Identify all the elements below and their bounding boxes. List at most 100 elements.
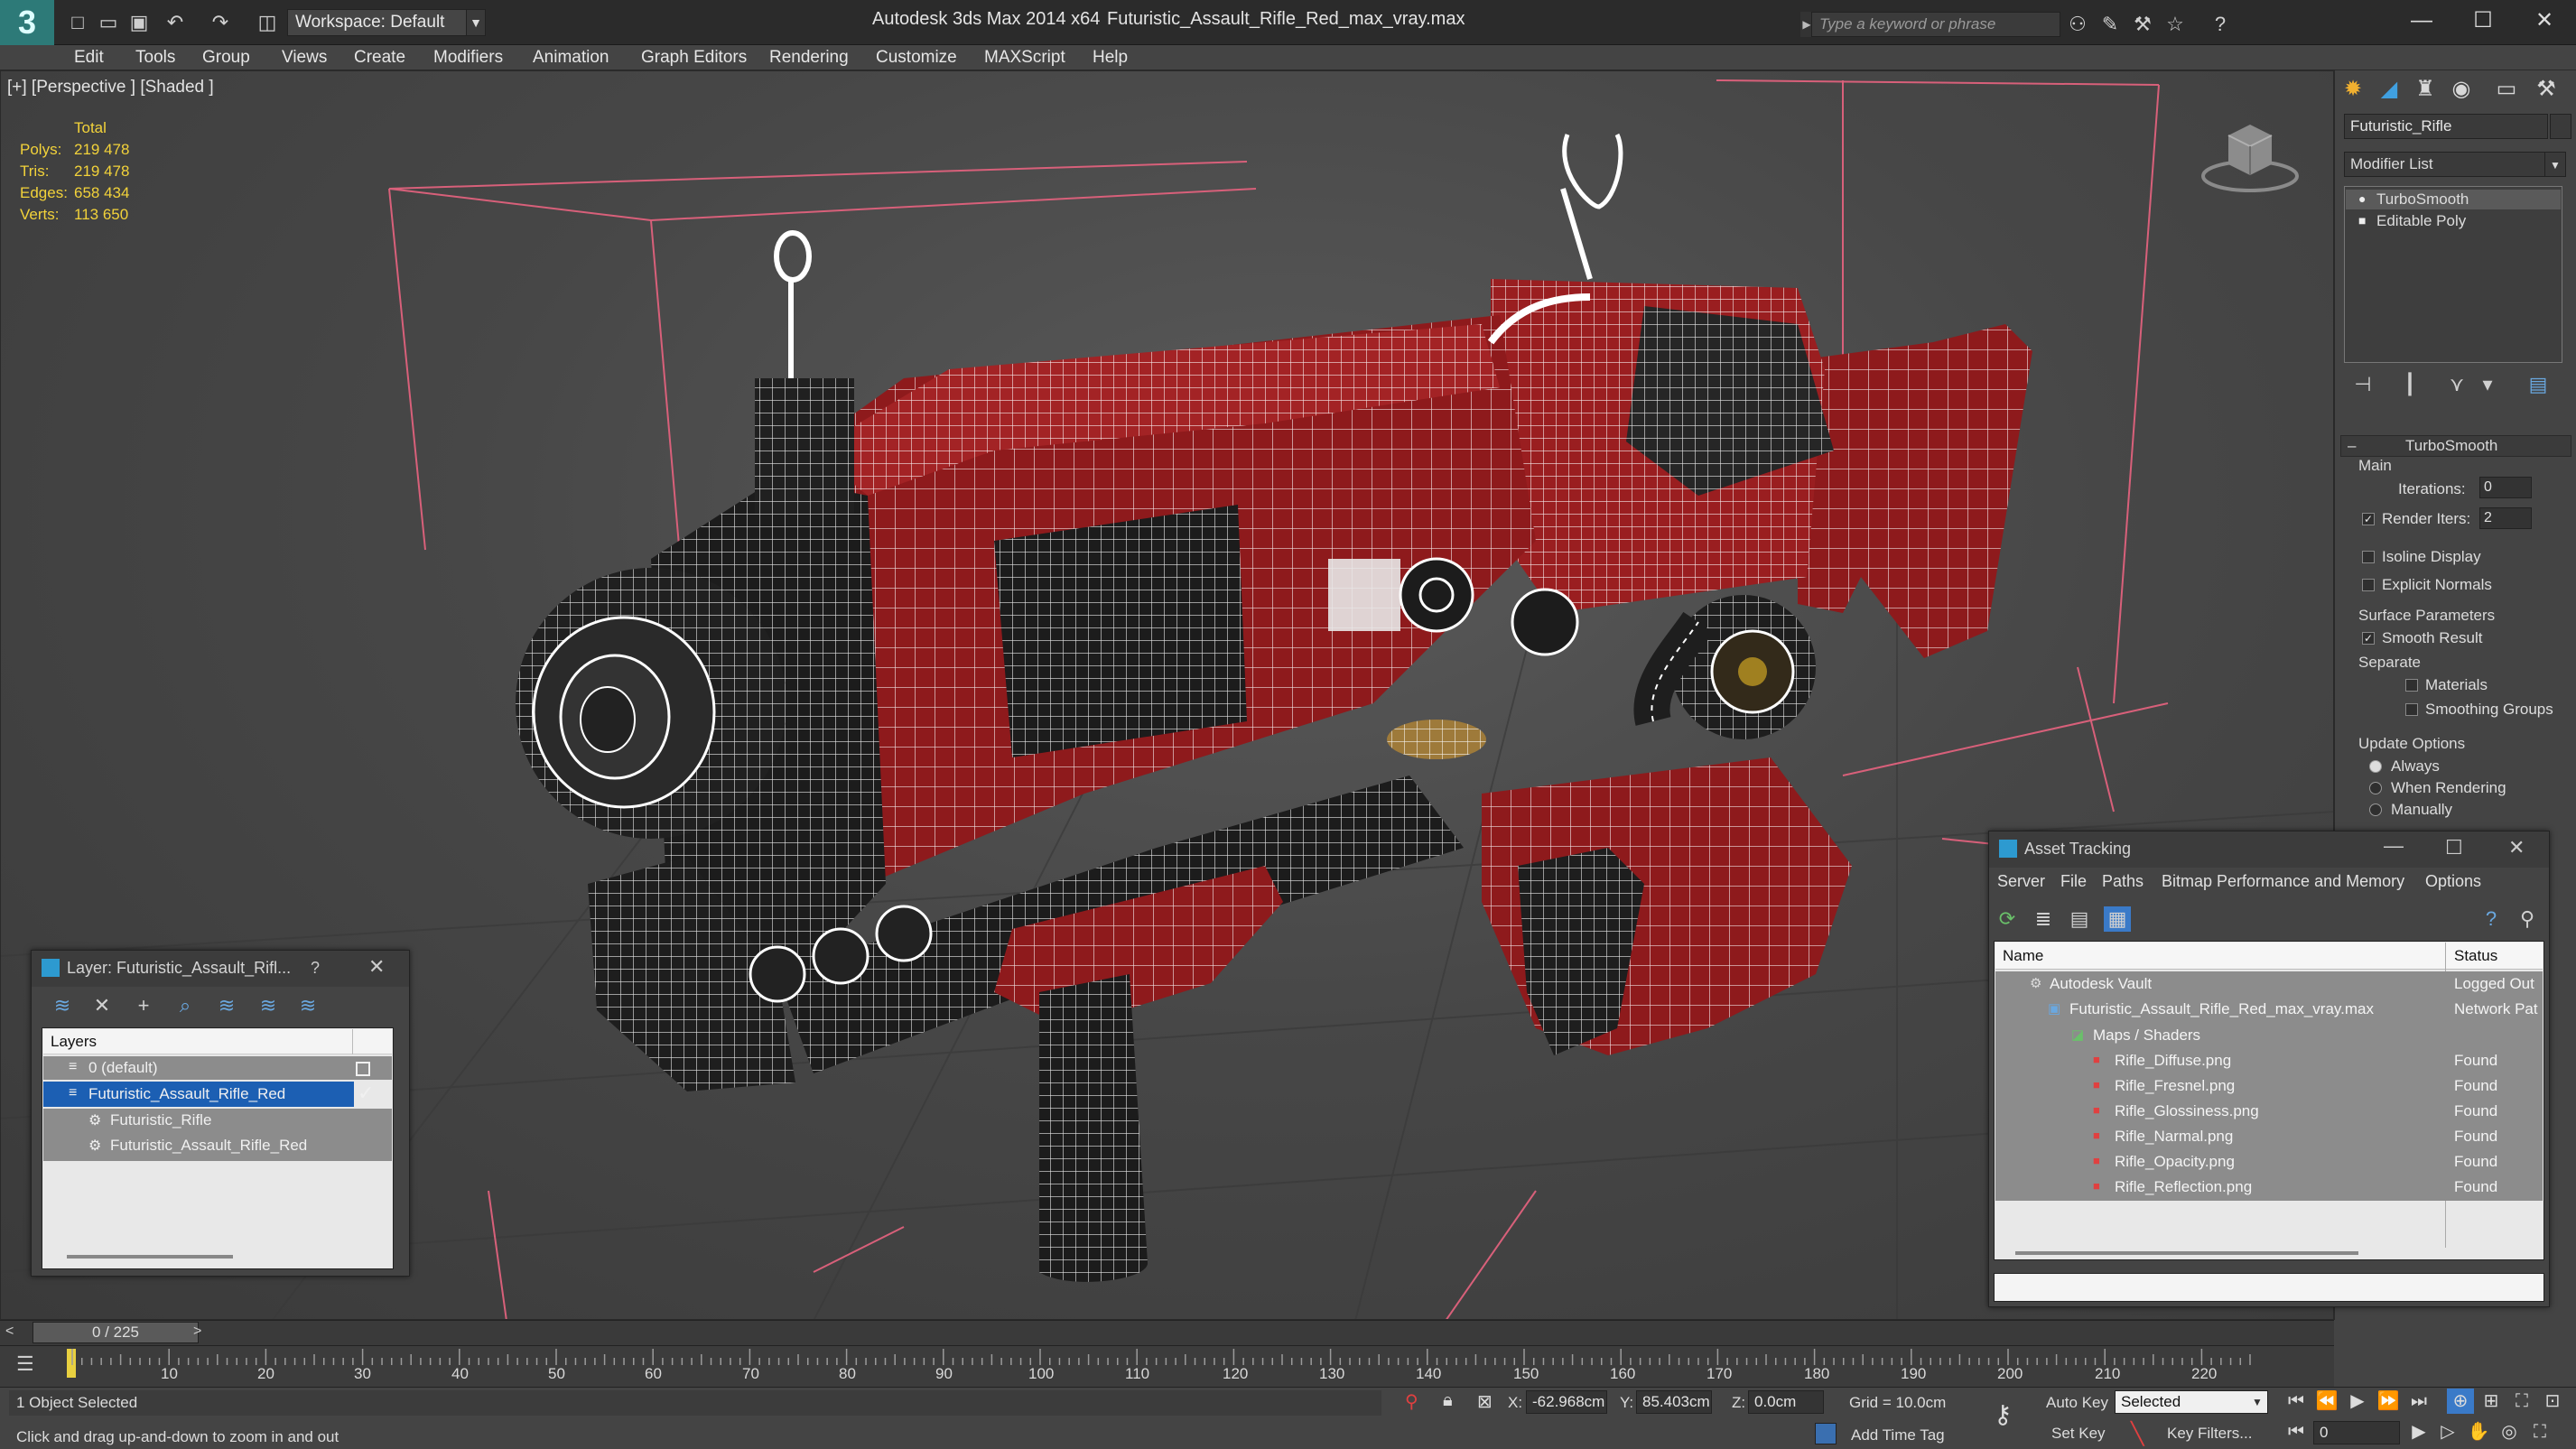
minimize-icon[interactable]: — [2384,834,2404,858]
motion-tab-icon[interactable]: ◉ [2445,74,2478,105]
asset-row-name[interactable]: Futuristic_Assault_Rifle_Red_max_vray.ma… [2069,1000,2374,1018]
render-iters-checkbox[interactable]: ✓ [2362,513,2375,525]
workspace-dropdown[interactable]: Workspace: Default [287,9,484,36]
asset-row-name[interactable]: Rifle_Opacity.png [2115,1153,2235,1171]
object-color-swatch[interactable] [2550,114,2571,139]
asset-row-name[interactable]: Autodesk Vault [2050,975,2152,993]
asset-menu-server[interactable]: Server [1997,872,2045,891]
workspace-dropdown-arrow-icon[interactable]: ▼ [466,9,486,36]
manually-radio[interactable] [2369,803,2382,816]
status-column-header[interactable]: Status [2454,947,2497,965]
new-file-icon[interactable]: □ [65,11,90,34]
asset-row-name[interactable]: Maps / Shaders [2093,1026,2200,1045]
layer-help-icon[interactable]: ? [311,959,320,978]
list-view-icon[interactable]: ≣ [2030,906,2057,932]
menu-views[interactable]: Views [282,45,327,70]
time-tag-icon[interactable] [1815,1423,1837,1444]
light-bulb-icon[interactable]: ● [2358,191,2366,206]
show-end-result-icon[interactable]: ┃ [2396,372,2423,397]
go-to-end-icon[interactable]: ⏭ [2405,1389,2432,1414]
next-frame-icon[interactable]: ⏩ [2375,1389,2402,1414]
help-icon[interactable]: ? [2207,12,2234,37]
remove-modifier-icon[interactable]: ▾ [2474,372,2501,397]
menu-group[interactable]: Group [202,45,250,70]
detail-view-icon[interactable]: ▤ [2066,906,2093,932]
absolute-mode-icon[interactable]: ⊠ [1477,1390,1493,1413]
iterations-spinner[interactable]: 0 [2479,477,2532,498]
current-layer-check-icon[interactable]: ✓ [358,1082,374,1105]
time-prev-icon[interactable]: < [5,1324,14,1340]
refresh-icon[interactable]: ⟳ [1994,906,2021,932]
add-time-tag-button[interactable]: Add Time Tag [1851,1426,1945,1444]
menu-customize[interactable]: Customize [876,45,957,70]
current-frame-field[interactable]: 0 [2313,1421,2400,1444]
time-config-icon[interactable]: ▶ [2405,1419,2432,1444]
maximize-viewport-icon[interactable]: ⛶ [2526,1419,2553,1444]
materials-checkbox[interactable] [2405,679,2418,692]
key-mode-toggle-icon[interactable]: ⏮ [2283,1419,2310,1444]
chevron-down-icon[interactable]: ▼ [2544,152,2566,177]
search-input[interactable]: Type a keyword or phrase [1811,12,2060,37]
select-objects-icon[interactable]: ⌕ [172,993,199,1018]
key-filters-button[interactable]: Key Filters... [2167,1425,2252,1443]
layer-object-label[interactable]: Futuristic_Rifle [110,1111,211,1129]
zoom-all-icon[interactable]: ⊞ [2478,1389,2505,1414]
maximize-window-icon[interactable]: ☐ [2450,0,2516,42]
x-coordinate-field[interactable]: -62.968cm [1526,1390,1607,1414]
asset-menu-paths[interactable]: Paths [2102,872,2144,891]
collapse-icon[interactable]: – [2348,437,2356,455]
binoculars-icon[interactable]: ⚇ [2064,12,2091,37]
create-layer-icon[interactable]: ≋ [49,993,76,1018]
previous-frame-icon[interactable]: ⏪ [2313,1389,2340,1414]
menu-graph-editors[interactable]: Graph Editors [641,45,747,70]
highlight-layer-icon[interactable]: ≋ [213,993,240,1018]
layer-close-icon[interactable]: ✕ [368,955,385,979]
zoom-icon[interactable]: ⊕ [2447,1389,2474,1414]
asset-menu-bitmap[interactable]: Bitmap Performance and Memory [2162,872,2404,891]
always-radio[interactable] [2369,760,2382,773]
isoline-display-checkbox[interactable] [2362,551,2375,563]
auto-key-button[interactable]: Auto Key [2046,1394,2108,1412]
make-unique-icon[interactable]: ⋎ [2443,372,2470,397]
smooth-result-checkbox[interactable]: ✓ [2362,632,2375,645]
zoom-extents-icon[interactable]: ⛶ [2508,1389,2535,1414]
zoom-extents-all-icon[interactable]: ⊡ [2539,1389,2566,1414]
redo-icon[interactable]: ↷ [208,11,233,34]
set-keys-key-icon[interactable]: ⚷ [1994,1399,2013,1429]
field-of-view-icon[interactable]: ▷ [2434,1419,2461,1444]
close-window-icon[interactable]: ✕ [2512,0,2576,42]
layer-horizontal-scrollbar[interactable] [67,1255,233,1259]
time-next-icon[interactable]: > [193,1324,201,1340]
chevron-down-icon[interactable]: ▼ [2252,1396,2263,1408]
add-to-layer-icon[interactable]: + [130,993,157,1018]
object-name-field[interactable]: Futuristic_Rifle [2344,114,2548,139]
asset-row-name[interactable]: Rifle_Glossiness.png [2115,1102,2259,1120]
close-icon[interactable]: ✕ [2508,836,2525,859]
key-filters-icon[interactable]: ╲ [2131,1421,2144,1447]
smoothing-groups-checkbox[interactable] [2405,703,2418,716]
help-icon[interactable]: ? [2478,906,2505,932]
y-coordinate-field[interactable]: 85.403cm [1636,1390,1712,1414]
render-iters-spinner[interactable]: 2 [2479,507,2532,529]
mini-curve-editor-icon[interactable]: ☰ [16,1352,34,1376]
pin-icon[interactable]: ⚲ [2514,906,2541,932]
selection-lock-icon[interactable]: 🔒︎ [1443,1390,1453,1411]
save-file-icon[interactable]: ▣ [126,11,152,34]
layer-object-label[interactable]: Futuristic_Assault_Rifle_Red [110,1137,307,1155]
asset-menu-options[interactable]: Options [2425,872,2481,891]
communication-icon[interactable]: ⚒ [2129,12,2156,37]
subscription-icon[interactable]: ✎ [2097,12,2124,37]
menu-create[interactable]: Create [354,45,405,70]
asset-row-name[interactable]: Rifle_Reflection.png [2115,1178,2252,1196]
open-file-icon[interactable]: ▭ [96,11,121,34]
modify-tab-icon[interactable]: ◢ [2373,74,2405,105]
pan-view-icon[interactable]: ✋ [2465,1419,2492,1444]
project-folder-icon[interactable]: ◫ [255,11,280,34]
time-slider-track[interactable] [0,1320,2334,1345]
viewport-label[interactable]: [+] [Perspective ] [Shaded ] [7,78,214,98]
current-layer-checkbox[interactable] [356,1062,370,1076]
stack-item-editable-poly[interactable]: Editable Poly [2346,211,2561,231]
undo-icon[interactable]: ↶ [163,11,188,34]
menu-modifiers[interactable]: Modifiers [433,45,503,70]
viewcube-icon[interactable] [2196,108,2304,199]
